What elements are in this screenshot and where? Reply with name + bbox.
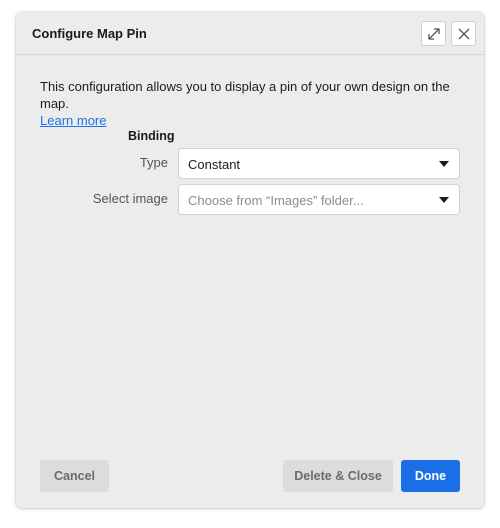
expand-button[interactable]	[421, 21, 446, 46]
binding-section-title: Binding	[128, 129, 175, 143]
type-label: Type	[139, 155, 168, 170]
type-select-value: Constant	[188, 157, 241, 172]
learn-more-link[interactable]: Learn more	[40, 112, 106, 129]
chevron-down-icon	[439, 161, 449, 167]
chevron-down-icon	[439, 197, 449, 203]
dialog-title: Configure Map Pin	[32, 26, 147, 41]
description-text: This configuration allows you to display…	[40, 79, 450, 111]
select-image-label: Select image	[92, 191, 168, 206]
cancel-button[interactable]: Cancel	[40, 460, 109, 492]
expand-icon	[427, 27, 440, 40]
delete-close-button[interactable]: Delete & Close	[283, 460, 393, 492]
close-icon	[458, 28, 469, 39]
select-image-placeholder: Choose from “Images” folder...	[188, 193, 364, 208]
configure-map-pin-dialog: Configure Map Pin This configuration all…	[16, 12, 484, 508]
type-select[interactable]: Constant	[178, 148, 460, 179]
close-button[interactable]	[451, 21, 476, 46]
description: This configuration allows you to display…	[40, 78, 460, 129]
dialog-header: Configure Map Pin	[16, 12, 484, 55]
done-button[interactable]: Done	[401, 460, 460, 492]
select-image-dropdown[interactable]: Choose from “Images” folder...	[178, 184, 460, 215]
